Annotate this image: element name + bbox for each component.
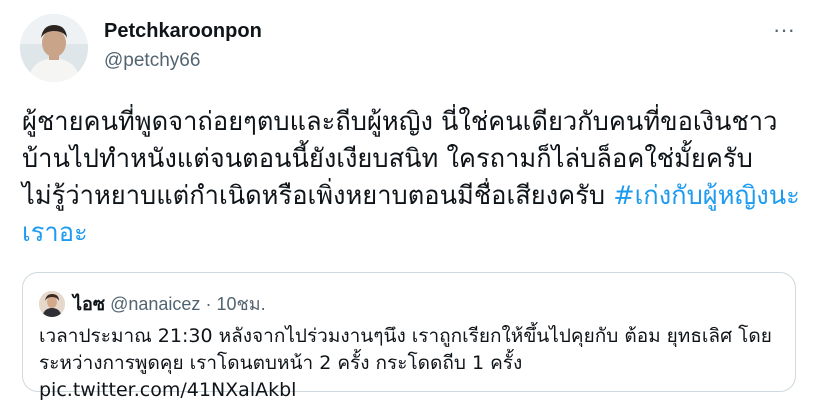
tweet-text: ผู้ชายคนที่พูดจาถ่อยๆตบและถีบผู้หญิง นี่… (22, 104, 802, 252)
tweet: Petchkaroonpon @petchy66 ··· ผู้ชายคนที่… (0, 0, 820, 413)
author-display-name[interactable]: Petchkaroonpon (104, 20, 262, 43)
quoted-text: เวลาประมาณ 21:30 หลังจากไปร่วมงานๆนึง เร… (39, 325, 772, 401)
author-avatar[interactable] (20, 14, 88, 82)
quoted-header: ไอซ @nanaicez · 10ชม. (73, 291, 266, 318)
quoted-author-avatar[interactable] (39, 291, 65, 317)
quoted-display-name[interactable]: ไอซ (73, 294, 105, 315)
quoted-tweet[interactable]: ไอซ @nanaicez · 10ชม. เวลาประมาณ 21:30 ห… (22, 272, 796, 401)
more-options-button[interactable]: ··· (766, 18, 802, 46)
more-dots-icon: ··· (773, 17, 795, 42)
quoted-handle[interactable]: @nanaicez (110, 294, 200, 314)
author-handle[interactable]: @petchy66 (104, 50, 200, 72)
quoted-timestamp[interactable]: 10ชม. (216, 294, 265, 314)
quoted-separator: · (205, 294, 212, 314)
